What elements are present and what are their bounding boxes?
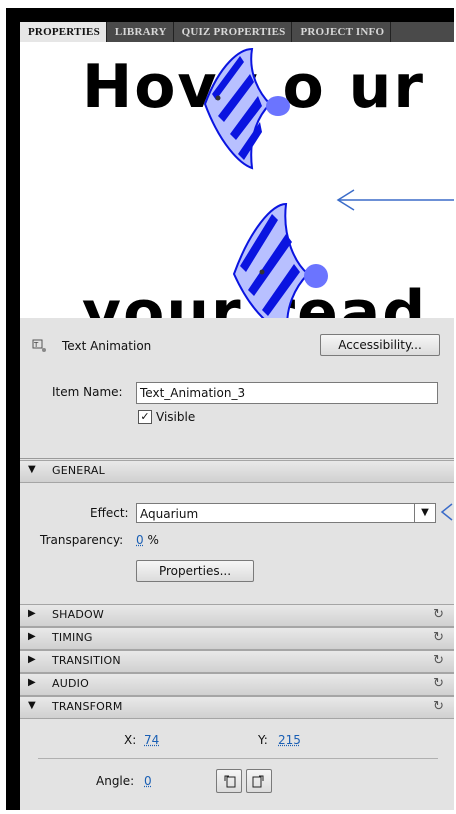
reset-icon[interactable]: ↻ (433, 676, 444, 691)
x-label: X: (124, 733, 137, 747)
section-audio[interactable]: ▶ AUDIO ↻ (20, 673, 454, 696)
tab-project-info[interactable]: PROJECT INFO (292, 22, 392, 42)
dropdown-arrow-icon[interactable]: ▼ (414, 504, 435, 522)
properties-panel: PROPERTIES LIBRARY QUIZ PROPERTIES PROJE… (20, 22, 454, 810)
rotate-right-button[interactable] (246, 769, 272, 793)
section-general-label: GENERAL (52, 464, 105, 477)
reset-icon[interactable]: ↻ (433, 630, 444, 645)
visible-label: Visible (156, 410, 196, 424)
section-transform-label: TRANSFORM (52, 700, 123, 713)
properties-button[interactable]: Properties... (136, 560, 254, 582)
reset-icon[interactable]: ↻ (433, 699, 444, 714)
y-value[interactable]: 215 (278, 733, 301, 747)
properties-content: T Text Animation Accessibility... Item N… (20, 318, 454, 810)
item-name-input[interactable]: Text_Animation_3 (136, 382, 438, 404)
transparency-label: Transparency: (40, 533, 124, 547)
window-frame: PROPERTIES LIBRARY QUIZ PROPERTIES PROJE… (6, 8, 454, 810)
tab-quiz-properties[interactable]: QUIZ PROPERTIES (174, 22, 293, 42)
rotate-left-button[interactable] (216, 769, 242, 793)
accessibility-button[interactable]: Accessibility... (320, 334, 440, 356)
rotate-right-icon (252, 775, 264, 788)
section-transition-label: TRANSITION (52, 654, 121, 667)
angle-value[interactable]: 0 (144, 774, 152, 788)
section-timing-label: TIMING (52, 631, 93, 644)
angle-label: Angle: (96, 774, 135, 788)
tab-properties[interactable]: PROPERTIES (20, 22, 107, 42)
effect-label: Effect: (90, 506, 129, 520)
section-timing[interactable]: ▶ TIMING ↻ (20, 627, 454, 650)
fish-icon (232, 202, 328, 318)
chevron-right-icon: ▶ (28, 631, 36, 642)
section-audio-label: AUDIO (52, 677, 89, 690)
svg-text:T: T (33, 341, 39, 349)
reset-icon[interactable]: ↻ (433, 607, 444, 622)
transparency-value[interactable]: 0 % (136, 533, 159, 547)
effect-value: Aquarium (140, 507, 199, 521)
object-info: T Text Animation Accessibility... Item N… (20, 318, 454, 459)
divider (38, 758, 438, 759)
chevron-right-icon: ▶ (28, 608, 36, 619)
x-value[interactable]: 74 (144, 733, 159, 747)
section-transition[interactable]: ▶ TRANSITION ↻ (20, 650, 454, 673)
arrow-left-icon (440, 503, 453, 521)
object-type-label: Text Animation (62, 339, 152, 353)
section-shadow-label: SHADOW (52, 608, 104, 621)
chevron-right-icon: ▶ (28, 677, 36, 688)
y-label: Y: (258, 733, 268, 747)
chevron-down-icon: ▼ (28, 700, 36, 711)
fish-icon (203, 47, 290, 170)
section-transform[interactable]: ▼ TRANSFORM ↻ (20, 696, 454, 719)
reset-icon[interactable]: ↻ (433, 653, 444, 668)
chevron-right-icon: ▶ (28, 654, 36, 665)
fish-illustrations (203, 47, 454, 318)
section-general[interactable]: ▼ GENERAL (20, 460, 454, 483)
animation-preview[interactable]: Hovv o ur your read (20, 42, 454, 318)
effect-dropdown[interactable]: Aquarium ▼ (136, 503, 436, 523)
chevron-down-icon: ▼ (28, 464, 36, 475)
visible-checkbox[interactable]: ✓ (138, 410, 152, 424)
text-animation-icon: T (32, 339, 46, 352)
tab-bar: PROPERTIES LIBRARY QUIZ PROPERTIES PROJE… (20, 22, 454, 42)
item-name-label: Item Name: (52, 385, 123, 399)
rotate-left-icon (224, 775, 236, 788)
tab-library[interactable]: LIBRARY (107, 22, 174, 42)
arrow-left-icon (336, 189, 454, 211)
section-shadow[interactable]: ▶ SHADOW ↻ (20, 604, 454, 627)
